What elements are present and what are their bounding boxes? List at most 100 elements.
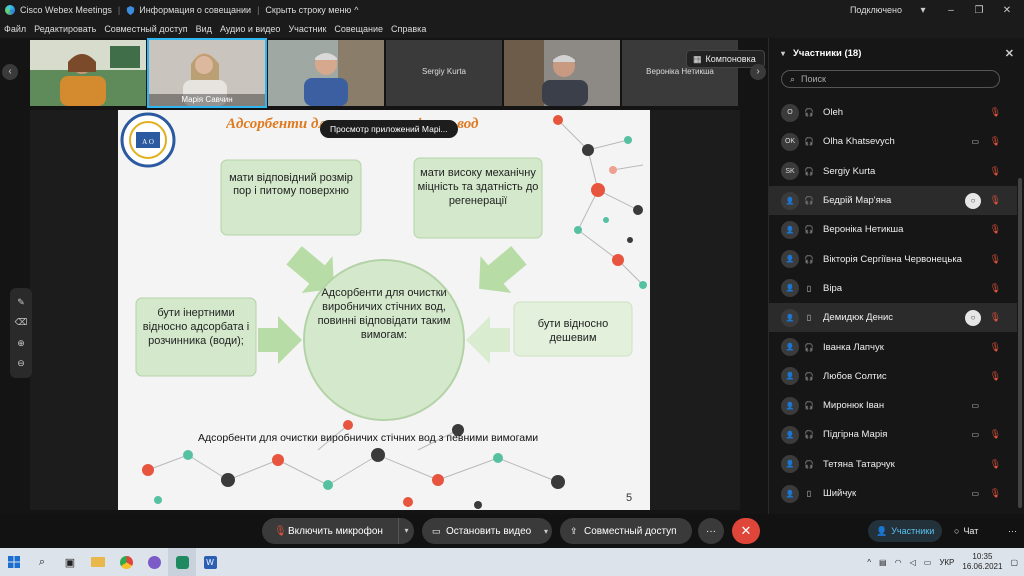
menu-audio-video[interactable]: Аудио и видео bbox=[220, 24, 281, 34]
restore-icon[interactable]: ❐ bbox=[972, 5, 986, 16]
participant-row[interactable]: 👤 🎧 Любов Солтис 🎙 bbox=[769, 362, 1017, 391]
notifications-icon[interactable]: ▢ bbox=[1010, 558, 1018, 567]
task-view-icon[interactable]: ▣ bbox=[56, 548, 84, 576]
mic-muted-icon[interactable]: 🎙 bbox=[990, 136, 1001, 147]
chat-bubble-icon[interactable]: ○ bbox=[965, 192, 981, 209]
video-tile-no-camera[interactable]: Sergiy Kurta bbox=[386, 40, 502, 106]
end-call-button[interactable]: ✕ bbox=[732, 518, 760, 544]
participant-row[interactable]: 👤 🎧 Бедрій Мар'яна ○ 🎙 bbox=[769, 185, 1017, 216]
participant-row[interactable]: 👤 ▯ Віра 🎙 bbox=[769, 274, 1017, 303]
close-icon[interactable]: ✕ bbox=[1005, 47, 1014, 60]
participant-row[interactable]: 👤 🎧 Миронюк Іван ▭ bbox=[769, 391, 1017, 420]
viber-icon[interactable] bbox=[140, 548, 168, 576]
chat-bubble-icon[interactable]: ○ bbox=[965, 309, 981, 326]
video-tile-active[interactable]: Марія Савчин bbox=[147, 38, 267, 108]
battery-icon[interactable]: ▭ bbox=[924, 558, 932, 567]
panel-more-button[interactable]: ··· bbox=[1000, 520, 1024, 542]
layout-label: Компоновка bbox=[705, 54, 756, 64]
mic-muted-icon[interactable]: 🎙 bbox=[990, 195, 1001, 206]
participants-scrollbar[interactable] bbox=[1018, 178, 1022, 508]
menu-share[interactable]: Совместный доступ bbox=[104, 24, 187, 34]
mic-muted-icon[interactable]: 🎙 bbox=[990, 371, 1001, 382]
participant-row[interactable]: 👤 🎧 Підгірна Марія ▭ 🎙 bbox=[769, 420, 1017, 449]
menu-bar: Файл Редактировать Совместный доступ Вид… bbox=[0, 20, 1024, 38]
participant-row[interactable]: OK 🎧 Olha Khatsevych ▭ 🎙 bbox=[769, 127, 1017, 156]
webex-window: Cisco Webex Meetings | Информация о сове… bbox=[0, 0, 1024, 576]
participant-row[interactable]: 👤 🎧 Тетяна Татарчук 🎙 bbox=[769, 450, 1017, 479]
network-icon[interactable]: ▤ bbox=[879, 558, 887, 567]
title-bar: Cisco Webex Meetings | Информация о сове… bbox=[0, 0, 1024, 20]
collapse-chevron-icon[interactable]: ▾ bbox=[781, 49, 785, 58]
chevron-down-icon[interactable]: ▾ bbox=[544, 527, 548, 536]
participant-row[interactable]: 👤 🎧 Іванка Лапчук 🎙 bbox=[769, 332, 1017, 361]
video-tile[interactable] bbox=[268, 40, 384, 106]
word-icon[interactable]: W bbox=[196, 548, 224, 576]
share-button[interactable]: ⇪ Совместный доступ bbox=[560, 518, 692, 544]
mic-muted-icon[interactable]: 🎙 bbox=[990, 429, 1001, 440]
slide-center-text: Адсорбенти для очистки виробничих стічни… bbox=[317, 287, 451, 341]
mic-muted-icon[interactable]: 🎙 bbox=[990, 342, 1001, 353]
participant-row[interactable]: SK 🎧 Sergiy Kurta 🎙 bbox=[769, 157, 1017, 186]
unmute-button[interactable]: 🎙 Включить микрофон ▾ bbox=[262, 518, 414, 544]
minimize-icon[interactable]: – bbox=[944, 5, 958, 16]
trash-icon[interactable]: ⌫ bbox=[15, 317, 28, 328]
participant-row[interactable]: 👤 🎧 Вікторія Сергіївна Червонецька 🎙 bbox=[769, 244, 1017, 273]
people-icon: 👤 bbox=[876, 525, 888, 536]
menu-edit[interactable]: Редактировать bbox=[34, 24, 96, 34]
zoom-out-icon[interactable]: ⊖ bbox=[17, 358, 25, 369]
mic-muted-icon[interactable]: 🎙 bbox=[990, 254, 1001, 265]
chevron-down-icon[interactable]: ▾ bbox=[398, 518, 414, 544]
wifi-icon[interactable]: ◠ bbox=[895, 558, 902, 567]
search-icon[interactable]: ⌕ bbox=[28, 548, 56, 576]
participants-header: ▾ Участники (18) ✕ bbox=[769, 38, 1024, 68]
slide-page-number: 5 bbox=[626, 492, 633, 504]
chrome-icon[interactable] bbox=[112, 548, 140, 576]
user-avatar-icon: 👤 bbox=[781, 484, 799, 503]
chevron-up-icon[interactable]: ^ bbox=[354, 5, 358, 15]
mic-muted-icon[interactable]: 🎙 bbox=[990, 107, 1001, 118]
menu-view[interactable]: Вид bbox=[196, 24, 212, 34]
participant-row[interactable]: 👤 ▯ Шийчук ▭ 🎙 bbox=[769, 479, 1017, 508]
strip-prev-button[interactable]: ‹ bbox=[2, 64, 18, 80]
participant-row[interactable]: 👤 ▯ Демидюк Денис ○ 🎙 bbox=[769, 303, 1017, 333]
share-preview-label[interactable]: Просмотр приложений Марі... bbox=[320, 120, 458, 138]
clock[interactable]: 10:35 16.06.2021 bbox=[962, 552, 1002, 572]
windows-taskbar: ⌕ ▣ W ^ ▤ ◠ ◁ ▭ УКР 10:35 16.06.2021 ▢ bbox=[0, 548, 1024, 576]
meeting-info-button[interactable]: Информация о совещании bbox=[139, 5, 251, 15]
keyboard-language[interactable]: УКР bbox=[939, 558, 954, 567]
participants-tab-button[interactable]: 👤 Участники bbox=[868, 520, 943, 542]
mic-muted-icon[interactable]: 🎙 bbox=[990, 224, 1001, 235]
strip-next-button[interactable]: › bbox=[750, 64, 766, 80]
search-input[interactable] bbox=[801, 74, 972, 84]
close-icon[interactable]: ✕ bbox=[1000, 5, 1014, 16]
chevron-up-icon[interactable]: ^ bbox=[867, 558, 871, 567]
zoom-in-icon[interactable]: ⊕ bbox=[17, 338, 25, 349]
menu-meeting[interactable]: Совещание bbox=[334, 24, 383, 34]
menu-help[interactable]: Справка bbox=[391, 24, 426, 34]
mic-muted-icon[interactable]: 🎙 bbox=[990, 166, 1001, 177]
mic-muted-icon[interactable]: 🎙 bbox=[990, 459, 1001, 470]
video-tile[interactable] bbox=[30, 40, 146, 106]
hide-menu-button[interactable]: Скрыть строку меню bbox=[265, 5, 351, 15]
chat-tab-button[interactable]: ○ Чат bbox=[946, 520, 986, 542]
participant-row[interactable]: O 🎧 Oleh 🎙 bbox=[769, 98, 1017, 127]
mic-muted-icon[interactable]: 🎙 bbox=[990, 283, 1001, 294]
speaker-icon[interactable]: ◁ bbox=[910, 558, 916, 567]
pointer-icon[interactable]: ✎ bbox=[17, 297, 25, 308]
more-options-button[interactable]: ··· bbox=[698, 518, 724, 544]
participant-search[interactable]: ⌕ bbox=[781, 70, 1000, 88]
mic-muted-icon[interactable]: 🎙 bbox=[990, 488, 1001, 499]
stop-video-button[interactable]: ▭ Остановить видео ▾ bbox=[422, 518, 552, 544]
menu-participant[interactable]: Участник bbox=[288, 24, 326, 34]
webex-app-icon[interactable] bbox=[168, 548, 196, 576]
mic-muted-icon[interactable]: 🎙 bbox=[990, 312, 1001, 323]
headset-icon: 🎧 bbox=[804, 137, 814, 147]
participant-row[interactable]: 👤 🎧 Вероніка Нетикша 🎙 bbox=[769, 215, 1017, 244]
connection-status: Подключено bbox=[849, 5, 902, 15]
menu-file[interactable]: Файл bbox=[4, 24, 26, 34]
chevron-down-icon[interactable]: ▾ bbox=[916, 5, 930, 16]
video-tile[interactable] bbox=[504, 40, 620, 106]
video-camera-icon: ▭ bbox=[971, 430, 979, 440]
windows-start-icon[interactable] bbox=[0, 548, 28, 576]
file-explorer-icon[interactable] bbox=[84, 548, 112, 576]
